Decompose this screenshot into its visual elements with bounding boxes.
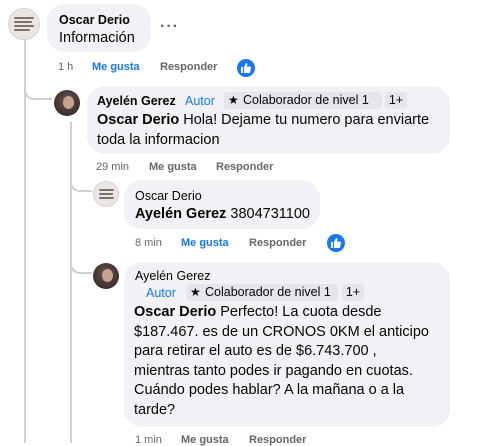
comment-author[interactable]: Ayelén Gerez	[97, 94, 176, 108]
like-button[interactable]: Me gusta	[149, 161, 197, 173]
comment-text: Información	[59, 30, 135, 46]
avatar[interactable]	[8, 8, 40, 40]
thread-line	[70, 122, 72, 443]
reply-button[interactable]: Responder	[249, 237, 306, 249]
mention[interactable]: Oscar Derio	[134, 304, 216, 320]
comment-author[interactable]: Ayelén Gerez	[135, 269, 211, 283]
comment-time[interactable]: 1 min	[135, 434, 162, 446]
reply-button[interactable]: Responder	[160, 61, 217, 73]
badge-count[interactable]: 1+	[385, 92, 407, 109]
comment-bubble: Ayelén Gerez Autor ★ Colaborador de nive…	[87, 86, 450, 154]
star-icon: ★	[228, 93, 239, 107]
comment-bubble: Oscar Derio Información	[47, 4, 151, 52]
reply-button[interactable]: Responder	[249, 434, 306, 446]
comment-time[interactable]: 8 min	[135, 237, 162, 249]
comment-author[interactable]: Oscar Derio	[59, 13, 130, 27]
like-button[interactable]: Me gusta	[181, 237, 229, 249]
comment-author[interactable]: Oscar Derio	[135, 189, 202, 203]
mention[interactable]: Oscar Derio	[97, 112, 179, 128]
thread-connector	[24, 80, 52, 100]
author-tag: Autor	[146, 286, 176, 300]
like-reaction-icon[interactable]	[237, 59, 255, 77]
comment-text: Oscar Derio Perfecto! La cuota desde $18…	[134, 304, 429, 418]
author-tag: Autor	[185, 94, 215, 108]
avatar[interactable]	[93, 263, 119, 289]
comment-text: Oscar Derio Hola! Dejame tu numero para …	[97, 112, 430, 148]
star-icon: ★	[190, 285, 201, 299]
reply-button[interactable]: Responder	[216, 161, 273, 173]
avatar[interactable]	[54, 90, 80, 116]
thread-line	[24, 40, 26, 443]
mention[interactable]: Ayelén Gerez	[135, 206, 226, 222]
thread-connector	[70, 172, 92, 192]
contributor-badge[interactable]: ★ Colaborador de nivel 1	[186, 284, 338, 301]
like-reaction-icon[interactable]	[327, 234, 345, 252]
comment-bubble: Ayelén Gerez Autor ★ Colaborador de nive…	[124, 262, 450, 427]
comment-text: Ayelén Gerez 3804731100	[135, 206, 310, 222]
badge-count[interactable]: 1+	[342, 284, 364, 301]
like-button[interactable]: Me gusta	[181, 434, 229, 446]
more-options-icon[interactable]: ···	[160, 18, 179, 36]
thread-connector	[70, 252, 92, 274]
comment-time[interactable]: 1 h	[58, 61, 73, 73]
contributor-badge[interactable]: ★ Colaborador de nivel 1	[224, 92, 382, 109]
comment-bubble: Oscar Derio Ayelén Gerez 3804731100	[124, 180, 320, 229]
avatar[interactable]	[93, 181, 119, 207]
like-button[interactable]: Me gusta	[92, 61, 140, 73]
comment-time[interactable]: 29 min	[96, 161, 129, 173]
